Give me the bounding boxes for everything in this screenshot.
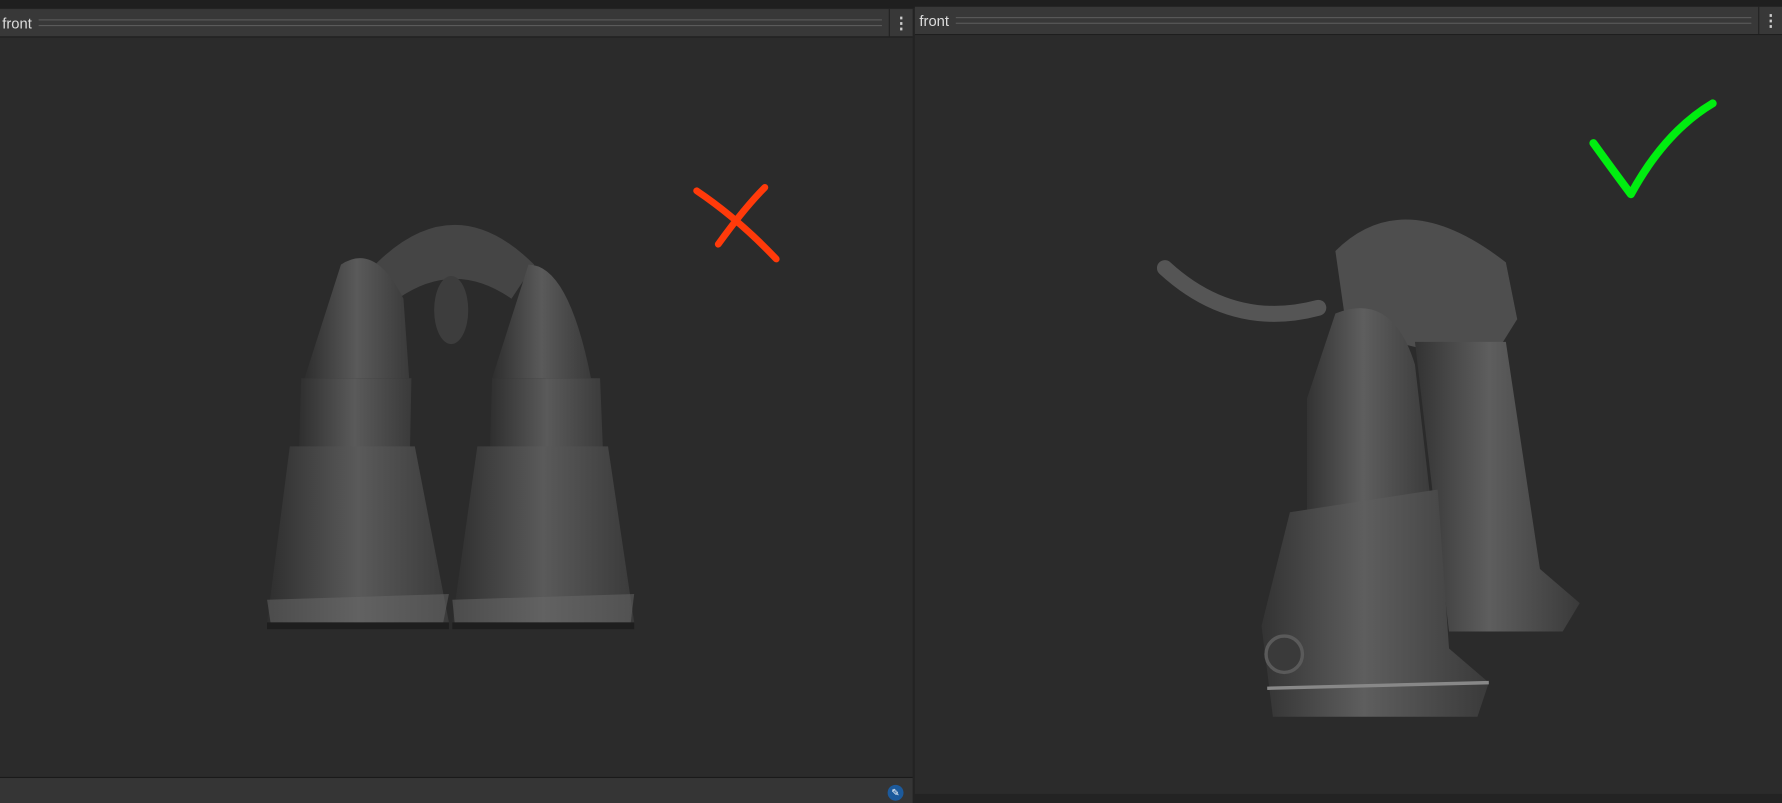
panel-title: front [2,14,32,32]
drag-handle[interactable] [38,19,882,27]
3d-viewport-front-correct[interactable] [914,35,1782,794]
left-panel-footer: ✎ [0,776,913,803]
editor-window: front ⋮ ✎ front ⋮ [0,0,1782,803]
tag-icon[interactable]: ✎ [887,784,904,801]
3d-viewport-front-wrong[interactable] [0,37,913,777]
left-viewport-panel: front ⋮ ✎ [0,9,913,803]
left-panel-header[interactable]: front ⋮ [0,9,913,38]
drag-handle[interactable] [955,17,1752,24]
kebab-menu-icon[interactable]: ⋮ [888,9,913,37]
right-viewport-panel: front ⋮ [914,6,1782,794]
kebab-menu-icon[interactable]: ⋮ [1758,6,1782,35]
check-mark-icon [1589,99,1717,199]
cross-mark-icon [693,183,780,263]
right-panel-header[interactable]: front ⋮ [914,6,1782,36]
panel-title: front [919,11,949,29]
